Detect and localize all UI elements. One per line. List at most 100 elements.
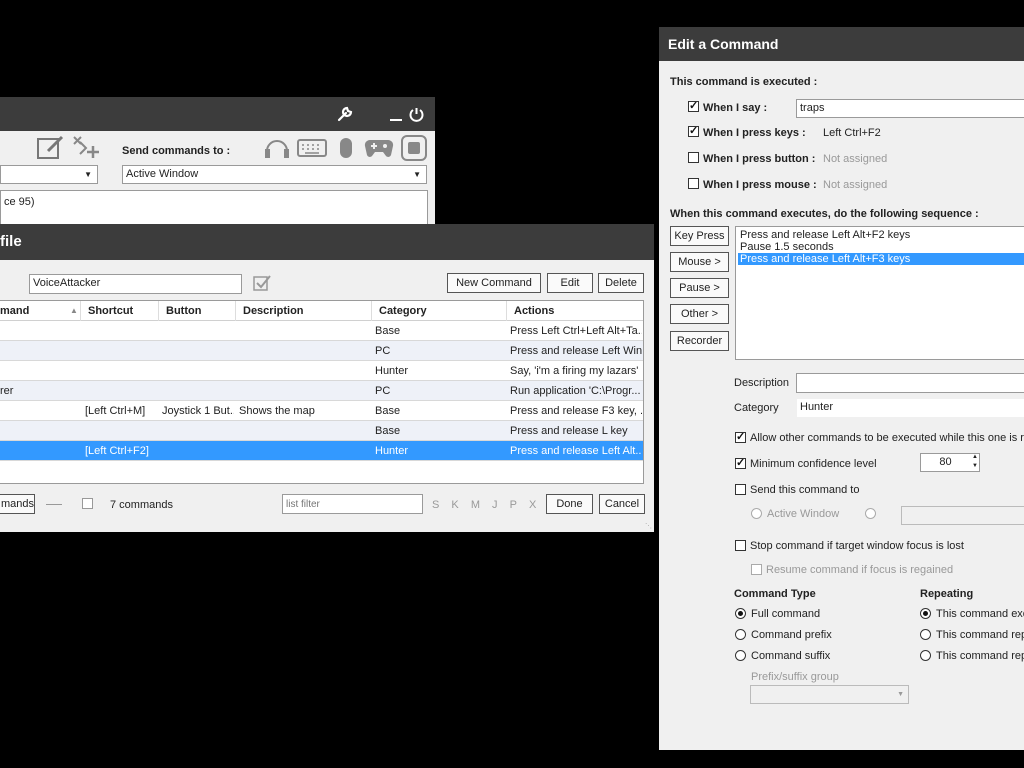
delete-button[interactable]: Delete <box>598 273 644 293</box>
repeat-continuous-radio[interactable] <box>920 650 931 661</box>
select-all-checkbox[interactable] <box>82 498 93 509</box>
stepper-up-icon[interactable]: ▲ <box>972 453 978 462</box>
col-header-name[interactable]: mand <box>0 305 29 317</box>
table-row[interactable]: Hunter Say, 'i'm a firing my lazars' <box>0 361 643 381</box>
col-header-description[interactable]: Description <box>243 305 304 317</box>
col-header-shortcut[interactable]: Shortcut <box>88 305 133 317</box>
chevron-down-icon: ▼ <box>413 170 421 179</box>
sequence-item[interactable]: Pause 1.5 seconds <box>738 241 1024 253</box>
when-i-say-input[interactable]: traps <box>796 99 1024 118</box>
resume-command-label: Resume command if focus is regained <box>766 564 954 576</box>
list-filter-input[interactable] <box>282 494 423 514</box>
target-window-input[interactable] <box>901 506 1024 525</box>
new-command-button[interactable]: New Command <box>447 273 541 293</box>
command-suffix-radio[interactable] <box>735 650 746 661</box>
profile-select[interactable]: ▼ <box>0 165 98 184</box>
main-titlebar <box>0 97 435 131</box>
wrench-icon[interactable] <box>336 105 354 123</box>
repeat-once-label: This command exec <box>936 608 1024 620</box>
when-keys-value[interactable]: Left Ctrl+F2 <box>823 127 881 139</box>
description-label: Description <box>734 377 790 389</box>
table-header: mand ▲ Shortcut Button Description Categ… <box>0 301 643 321</box>
filter-letter-p[interactable]: P <box>510 499 517 511</box>
when-keys-checkbox[interactable] <box>688 124 699 137</box>
table-row-selected[interactable]: [Left Ctrl+F2] Hunter Press and release … <box>0 441 643 461</box>
resize-grip-icon[interactable]: ⋱ <box>645 522 652 530</box>
repeat-once-radio[interactable] <box>920 608 931 619</box>
when-button-checkbox[interactable] <box>688 152 699 163</box>
command-suffix-label: Command suffix <box>751 650 831 662</box>
profile-window: file VoiceAttacker New Command Edit Dele… <box>0 224 654 532</box>
sequence-item[interactable]: Press and release Left Alt+F2 keys <box>738 229 1024 241</box>
when-mouse-value[interactable]: Not assigned <box>823 179 887 191</box>
stop-command-checkbox[interactable] <box>735 540 746 551</box>
send-command-to-checkbox[interactable] <box>735 484 746 495</box>
table-row[interactable]: Base Press and release L key <box>0 421 643 441</box>
repeat-times-label: This command repe <box>936 629 1024 641</box>
power-icon[interactable] <box>408 106 425 123</box>
log-line: ce 95) <box>4 196 35 208</box>
filter-letter-j[interactable]: J <box>492 499 498 511</box>
executed-label: This command is executed : <box>670 76 818 88</box>
table-row[interactable]: Base Press Left Ctrl+Left Alt+Ta... <box>0 321 643 341</box>
add-profile-icon[interactable] <box>71 134 101 160</box>
resume-command-checkbox[interactable] <box>751 564 762 575</box>
sequence-item-selected[interactable]: Press and release Left Alt+F3 keys <box>738 253 1024 265</box>
col-header-actions[interactable]: Actions <box>514 305 554 317</box>
stepper-down-icon[interactable]: ▼ <box>972 462 978 471</box>
gamepad-icon[interactable] <box>364 137 394 159</box>
prefix-group-select[interactable]: ▼ <box>750 685 909 704</box>
active-window-label: Active Window <box>767 508 840 520</box>
when-mouse-checkbox[interactable] <box>688 178 699 189</box>
description-input[interactable] <box>796 373 1024 393</box>
col-header-button[interactable]: Button <box>166 305 201 317</box>
when-i-say-checkbox[interactable] <box>688 99 699 112</box>
filter-letter-s[interactable]: S <box>432 499 439 511</box>
edit-command-title: Edit a Command <box>668 36 779 52</box>
mouse-icon[interactable] <box>338 136 354 160</box>
key-press-button[interactable]: Key Press <box>670 226 729 246</box>
other-menu-button[interactable]: Other > <box>670 304 729 324</box>
commands-button[interactable]: mands <box>0 494 35 514</box>
min-confidence-checkbox[interactable] <box>735 456 746 469</box>
minimize-icon[interactable] <box>390 119 402 121</box>
active-window-radio[interactable] <box>751 508 762 519</box>
pause-menu-button[interactable]: Pause > <box>670 278 729 298</box>
full-command-radio[interactable] <box>735 608 746 619</box>
allow-other-label: Allow other commands to be executed whil… <box>750 432 1024 444</box>
send-target-select[interactable]: Active Window ▼ <box>122 165 427 184</box>
recorder-button[interactable]: Recorder <box>670 331 729 351</box>
filter-letter-m[interactable]: M <box>471 499 480 511</box>
table-row[interactable]: PC Press and release Left Win... <box>0 341 643 361</box>
profile-name-input[interactable]: VoiceAttacker <box>29 274 242 294</box>
repeat-times-radio[interactable] <box>920 629 931 640</box>
when-keys-label: When I press keys : <box>703 127 806 139</box>
edit-profile-icon[interactable] <box>36 134 66 160</box>
cancel-button[interactable]: Cancel <box>599 494 645 514</box>
category-input[interactable]: Hunter <box>796 398 1024 418</box>
action-sequence-list[interactable]: Press and release Left Alt+F2 keys Pause… <box>735 226 1024 360</box>
command-prefix-radio[interactable] <box>735 629 746 640</box>
edit-button[interactable]: Edit <box>547 273 593 293</box>
table-row[interactable]: rer PC Run application 'C:\Progr... <box>0 381 643 401</box>
divider-dash <box>46 504 62 505</box>
checkmark-icon[interactable] <box>252 273 272 293</box>
when-i-say-label: When I say : <box>703 102 768 114</box>
filter-letter-x[interactable]: X <box>529 499 536 511</box>
repeating-label: Repeating <box>920 588 974 600</box>
send-command-to-label: Send this command to <box>750 484 860 496</box>
mouse-menu-button[interactable]: Mouse > <box>670 252 729 272</box>
when-button-value[interactable]: Not assigned <box>823 153 887 165</box>
done-button[interactable]: Done <box>546 494 593 514</box>
col-header-category[interactable]: Category <box>379 305 427 317</box>
full-command-label: Full command <box>751 608 821 620</box>
keyboard-icon[interactable] <box>297 138 327 158</box>
headset-icon[interactable] <box>263 135 291 161</box>
allow-other-checkbox[interactable] <box>735 430 746 443</box>
table-row[interactable]: [Left Ctrl+M] Joystick 1 But... Shows th… <box>0 401 643 421</box>
min-confidence-stepper[interactable]: 80 ▲ ▼ <box>920 453 980 472</box>
stop-command-label: Stop command if target window focus is l… <box>750 540 964 552</box>
target-window-radio[interactable] <box>865 508 876 519</box>
stop-icon[interactable] <box>400 135 428 161</box>
filter-letter-k[interactable]: K <box>451 499 458 511</box>
